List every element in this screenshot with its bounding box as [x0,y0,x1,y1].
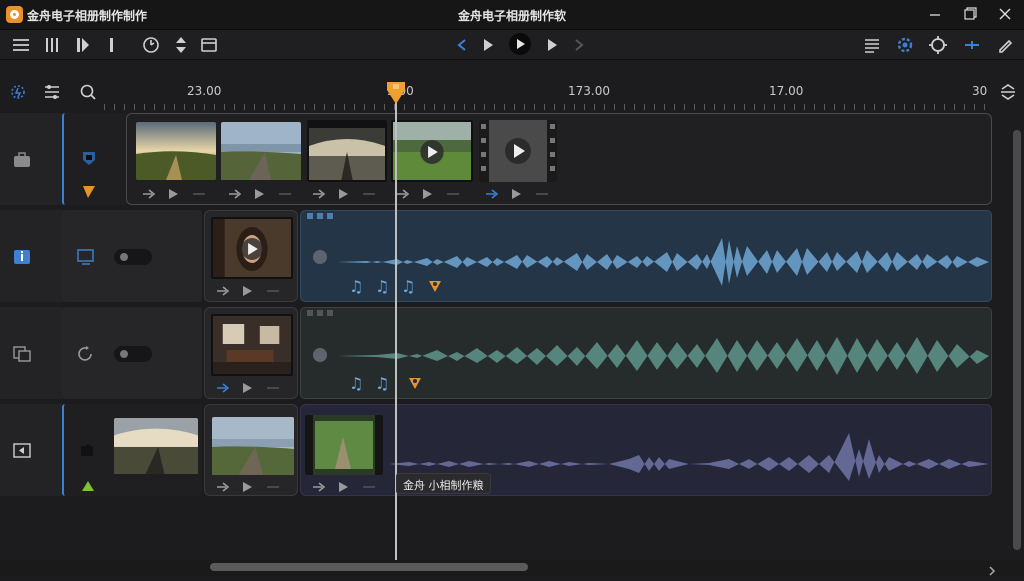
previous-icon[interactable] [450,33,474,57]
play-pause-icon[interactable] [509,33,531,55]
clip-thumbnail[interactable] [391,120,473,182]
monitor-icon[interactable] [76,248,96,266]
play-left-icon [12,442,32,460]
snap-icon[interactable] [6,80,30,104]
music-note-icon[interactable]: ♫ [375,277,389,296]
audio-clip[interactable]: ♫ ♫ [300,307,992,399]
layout-icon[interactable] [197,33,221,57]
add-icon[interactable] [960,33,984,57]
track-settings-icon[interactable] [40,80,64,104]
sort-icon[interactable] [169,33,193,57]
clip-thumbnail[interactable] [307,120,387,182]
music-note-icon[interactable]: ♫ [349,374,363,393]
window-title: 金舟电子相册制作软 [457,9,566,23]
video-clip-lane[interactable] [204,210,298,302]
next-icon[interactable] [567,33,591,57]
zoom-icon[interactable] [76,80,100,104]
video-clip-lane[interactable] [108,404,202,496]
ruler-ticks [104,104,994,110]
marker-icon[interactable] [407,375,423,391]
marker-icon[interactable] [427,278,443,294]
triangle-icon[interactable] [80,478,96,492]
audio-clip[interactable]: ♫ ♫ ♫ [300,210,992,302]
play-icon[interactable] [476,33,500,57]
clip-thumbnail[interactable] [212,417,294,475]
track-header[interactable] [0,113,62,205]
music-note-icon[interactable]: ♫ [375,374,389,393]
audio-dot[interactable] [313,348,327,362]
track-toggle[interactable] [114,249,152,265]
clip-controls [484,186,564,200]
ruler-label: 173.00 [568,84,610,98]
track-controls [62,210,202,302]
track-header[interactable] [0,404,62,496]
title-bar: 金舟电子相册制作制作 金舟电子相册制作软 [0,0,1024,30]
music-note-icon[interactable]: ♫ [349,277,363,296]
briefcase-icon [12,151,32,169]
clip-thumbnail[interactable] [211,314,293,376]
ruler-label: 30 [972,84,988,98]
ruler-label: 17.00 [769,84,804,98]
clip-thumbnail[interactable] [479,120,557,182]
video-clip-lane[interactable] [204,404,298,496]
toolbar [0,30,1024,60]
video-clip-lane[interactable] [204,307,298,399]
rotate-icon[interactable] [76,345,96,363]
vertical-scrollbar[interactable] [1013,130,1021,550]
tooltip: 金舟 小相制作粮 [396,473,491,494]
music-note-icon[interactable]: ♫ [401,277,415,296]
info-panel-icon [12,248,32,266]
columns-icon[interactable] [40,33,64,57]
track-controls [62,307,202,399]
video-track-lane[interactable] [126,113,992,205]
clip-controls [311,186,391,200]
clip-controls [311,479,391,493]
clip-controls [215,283,295,297]
sync-icon[interactable] [926,33,950,57]
ruler-label: 23.00 [187,84,222,98]
clip-thumbnail[interactable] [221,122,301,180]
track-header[interactable] [0,307,62,399]
puzzle-icon[interactable] [78,442,96,460]
settings-icon[interactable] [893,33,917,57]
clip-thumbnail[interactable] [211,217,293,279]
audio-dot[interactable] [313,250,327,264]
speed-icon[interactable] [139,33,163,57]
menu-icon[interactable] [9,33,33,57]
shield-icon[interactable] [80,149,98,167]
flag-icon[interactable] [80,183,98,201]
horizontal-scrollbar[interactable] [210,563,528,571]
track-toggle[interactable] [114,346,152,362]
clip-controls [215,380,295,394]
clip-controls [227,186,307,200]
image-copy-icon [12,345,32,363]
clip-controls [141,186,221,200]
track-header[interactable] [0,210,62,302]
clip-thumbnail[interactable] [136,122,216,180]
fit-timeline-icon[interactable] [996,80,1020,104]
clip-controls [395,186,475,200]
maximize-icon[interactable] [952,0,986,30]
split-clip-icon[interactable] [71,33,95,57]
clip-controls [215,479,295,493]
clip-thumbnail[interactable] [114,418,198,474]
playhead-handle-icon[interactable] [386,80,406,106]
forward-icon[interactable] [540,33,564,57]
edit-icon[interactable] [993,33,1017,57]
audio-waveform [337,337,989,375]
close-icon[interactable] [988,0,1022,30]
clip-thumbnail[interactable] [305,415,383,475]
chevron-right-icon[interactable] [986,562,998,576]
list-icon[interactable] [860,33,884,57]
minimize-icon[interactable] [918,0,952,30]
marker-icon[interactable] [99,33,123,57]
